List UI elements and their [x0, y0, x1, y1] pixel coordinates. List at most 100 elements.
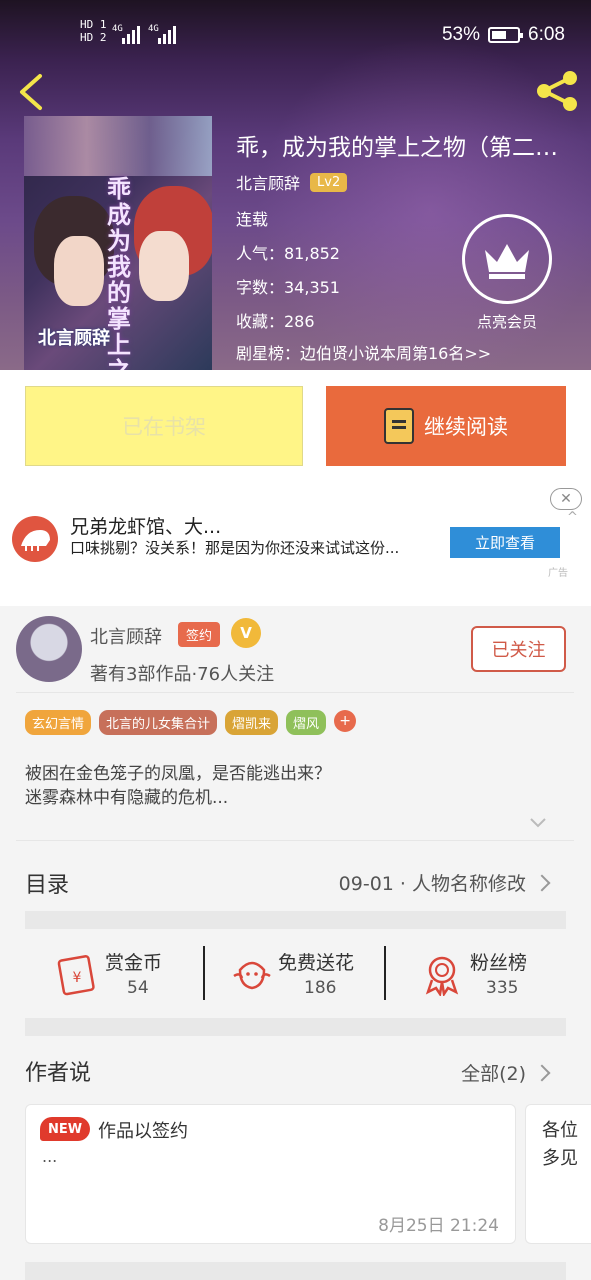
- book-description: 被困在金色笼子的凤凰，是否能逃出来？ 迷雾森林中有隐藏的危机...: [25, 762, 331, 810]
- new-badge: NEW: [40, 1117, 90, 1141]
- tag-item[interactable]: 熠风: [286, 710, 327, 735]
- ad-label: 广告: [548, 568, 568, 579]
- lobster-logo-shape: [21, 530, 50, 551]
- stat-label: 赏金币: [105, 952, 163, 974]
- toc-label: 目录: [25, 873, 70, 898]
- chevron-left-icon: [20, 74, 42, 110]
- book-favorites: 收藏：286: [236, 312, 315, 331]
- divider: [203, 946, 205, 1000]
- ad-description: 口味挑剔？没关系！那是因为你还没来试试这份...: [70, 539, 400, 557]
- expand-button[interactable]: [528, 812, 548, 832]
- fans-ranking-stat[interactable]: 粉丝榜 335: [420, 936, 591, 1016]
- note-title: 作品以签约: [98, 1121, 188, 1142]
- note-body: ...: [42, 1147, 58, 1166]
- lobster-logo-icon: [12, 516, 58, 562]
- status-bar: HD 1 HD 2 4G 4G 53% 6:08: [0, 0, 591, 60]
- verified-badge-icon: V: [231, 618, 261, 648]
- red-envelope-icon: ¥: [57, 955, 95, 996]
- ad-title: 兄弟龙虾馆、大...: [70, 516, 222, 538]
- battery-icon: [488, 27, 524, 43]
- action-bar: 已在书架 继续阅读: [0, 370, 591, 482]
- book-info-section: 北言顾辞 签约 V 著有3部作品·76人关注 已关注 玄幻言情 北言的儿女集合计…: [0, 606, 591, 1280]
- stat-value: 54: [127, 978, 149, 998]
- stat-label: 粉丝榜: [470, 952, 528, 974]
- author-says-label: 作者说: [25, 1061, 92, 1086]
- tag-list: 玄幻言情 北言的儿女集合计 熠凯来 熠风 +: [25, 710, 357, 735]
- ad-close-button[interactable]: ✕: [550, 488, 582, 510]
- author-says-row: 作者说 全部(2): [25, 1049, 566, 1099]
- share-button[interactable]: [530, 66, 584, 116]
- ad-view-button[interactable]: 立即查看: [450, 527, 560, 558]
- chevron-right-icon[interactable]: [533, 1064, 551, 1082]
- book-icon: [384, 408, 414, 444]
- stat-value: 335: [486, 978, 519, 998]
- sim-labels: HD 1 HD 2: [80, 18, 107, 44]
- cover-art: [54, 236, 104, 306]
- signed-badge: 签约: [178, 622, 221, 647]
- tag-item[interactable]: 熠凯来: [225, 710, 279, 735]
- ad-banner[interactable]: 兄弟龙虾馆、大... 口味挑剔？没关系！那是因为你还没来试试这份... 立即查看…: [0, 482, 591, 606]
- cover-art: [139, 231, 189, 301]
- sim1-label: HD 1: [80, 18, 107, 31]
- signal-icon: [158, 24, 176, 44]
- author-note-card[interactable]: NEW 作品以签约 ... 8月25日 21:24: [25, 1104, 516, 1244]
- section-band: [25, 1018, 566, 1036]
- ad-collapse-icon[interactable]: ^: [567, 510, 578, 525]
- note-date: 8月25日 21:24: [378, 1216, 499, 1236]
- add-tag-button[interactable]: +: [334, 710, 357, 732]
- vip-button[interactable]: [462, 214, 552, 304]
- section-band: [25, 911, 566, 929]
- book-status: 连载: [236, 210, 269, 229]
- chevron-right-icon: [533, 874, 551, 892]
- status-right: 53% 6:08: [442, 24, 565, 46]
- cover-art: [24, 116, 212, 176]
- view-all-link[interactable]: 全部(2): [461, 1059, 526, 1086]
- divider: [16, 840, 574, 841]
- stat-label: 免费送花: [278, 952, 355, 974]
- note-line: 多见: [542, 1148, 578, 1169]
- author-note-card[interactable]: 各位 多见: [525, 1104, 591, 1244]
- shelf-button[interactable]: 已在书架: [25, 386, 303, 466]
- sim2-label: HD 2: [80, 31, 107, 44]
- reward-coins-stat[interactable]: ¥ 赏金币 54: [55, 936, 235, 1016]
- note-preview: 各位 多见: [542, 1117, 578, 1173]
- clock: 6:08: [528, 24, 565, 45]
- medal-icon: [425, 956, 459, 996]
- svg-text:¥: ¥: [73, 970, 82, 986]
- book-author[interactable]: 北言顾辞: [236, 170, 300, 194]
- section-band: [25, 1262, 566, 1280]
- stats-row: ¥ 赏金币 54 免费送花 186 粉丝榜 335: [25, 936, 566, 1016]
- table-of-contents-row[interactable]: 目录 09-01 · 人物名称修改: [25, 859, 566, 909]
- book-header: HD 1 HD 2 4G 4G 53% 6:08 乖成为我的掌上 北言顾辞 乖，…: [0, 0, 591, 370]
- follow-button[interactable]: 已关注: [471, 626, 566, 672]
- chevron-down-icon: [530, 818, 546, 828]
- crown-icon: [485, 244, 529, 279]
- signal-icon: [122, 24, 140, 44]
- tag-item[interactable]: 北言的儿女集合计: [99, 710, 218, 735]
- level-badge: Lv2: [310, 172, 348, 192]
- author-avatar[interactable]: [16, 616, 82, 682]
- stat-value: 186: [304, 978, 337, 998]
- vip-label: 点亮会员: [476, 313, 537, 331]
- author-stats: 著有3部作品·76人关注: [90, 664, 275, 685]
- book-title: 乖，成为我的掌上之物（第二…: [236, 135, 558, 161]
- description-line: 迷雾森林中有隐藏的危机...: [25, 788, 229, 808]
- description-line: 被困在金色笼子的凤凰，是否能逃出来？: [25, 764, 331, 784]
- divider: [16, 692, 574, 693]
- book-author-line: 北言顾辞 Lv2: [236, 170, 348, 194]
- book-popularity: 人气：81,852: [236, 244, 340, 263]
- cover-author: 北言顾辞: [38, 328, 110, 349]
- author-name[interactable]: 北言顾辞: [90, 623, 162, 649]
- divider: [384, 946, 386, 1000]
- toc-latest-chapter: 09-01 · 人物名称修改: [338, 873, 526, 895]
- note-line: 各位: [542, 1120, 578, 1141]
- back-button[interactable]: [12, 66, 56, 116]
- battery-percent: 53%: [441, 24, 481, 45]
- free-flower-stat[interactable]: 免费送花 186: [230, 936, 410, 1016]
- book-cover[interactable]: 乖成为我的掌上之物 北言顾辞: [24, 116, 212, 370]
- continue-reading-label: 继续阅读: [424, 415, 508, 439]
- ranking-link[interactable]: 剧星榜：边伯贤小说本周第16名>>: [236, 340, 491, 364]
- book-word-count: 字数：34,351: [236, 278, 340, 297]
- continue-reading-button[interactable]: 继续阅读: [326, 386, 566, 466]
- tag-item[interactable]: 玄幻言情: [25, 710, 92, 735]
